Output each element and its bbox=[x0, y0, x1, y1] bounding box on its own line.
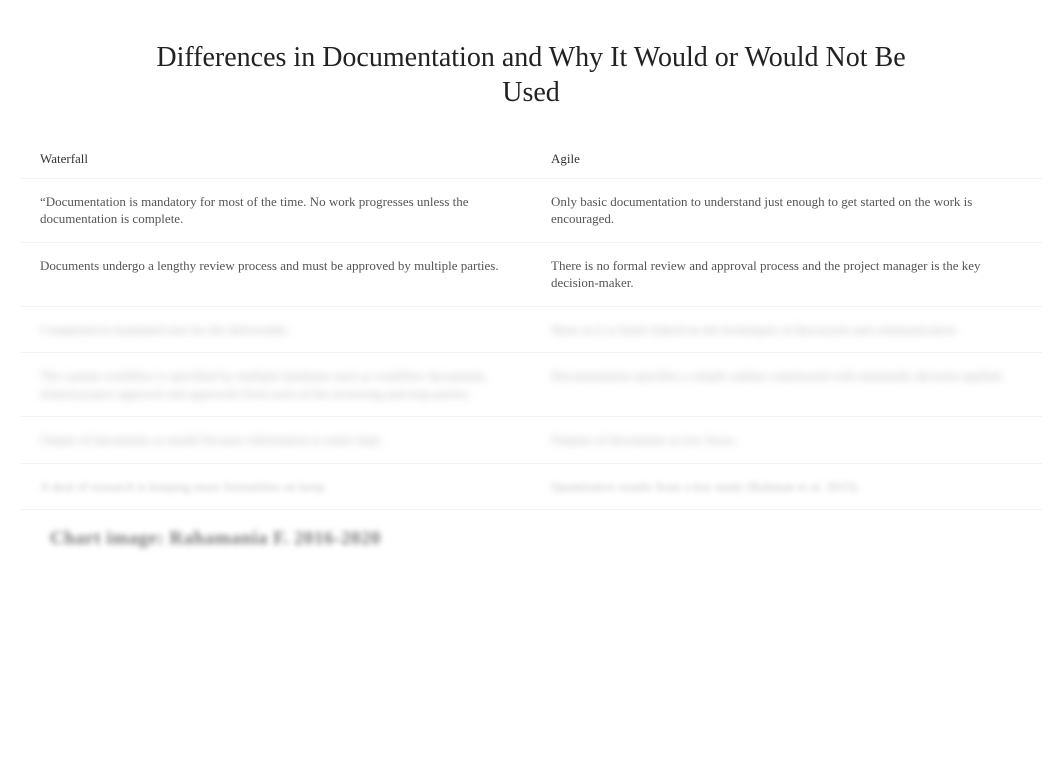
table-row-blurred: A deal of research is keeping more forma… bbox=[20, 463, 1042, 510]
cell-agile-blurred: Documentation specifies a simple outline… bbox=[531, 353, 1042, 417]
cell-agile: Only basic documentation to understand j… bbox=[531, 178, 1042, 242]
cell-waterfall-blurred: A deal of research is keeping more forma… bbox=[20, 463, 531, 510]
cell-waterfall-blurred: Output of documents as model because inf… bbox=[20, 417, 531, 464]
cell-waterfall: Documents undergo a lengthy review proce… bbox=[20, 242, 531, 306]
cell-waterfall-blurred: The custom workflow is specified by mult… bbox=[20, 353, 531, 417]
cell-waterfall: “Documentation is mandatory for most of … bbox=[20, 178, 531, 242]
column-header-waterfall: Waterfall bbox=[20, 140, 531, 178]
page-title: Differences in Documentation and Why It … bbox=[141, 40, 921, 110]
cell-agile-blurred: Outputs of documents as low focus. bbox=[531, 417, 1042, 464]
column-header-agile: Agile bbox=[531, 140, 1042, 178]
comparison-table: Waterfall Agile “Documentation is mandat… bbox=[20, 140, 1042, 510]
table-header-row: Waterfall Agile bbox=[20, 140, 1042, 178]
cell-agile: There is no formal review and approval p… bbox=[531, 242, 1042, 306]
table-row-blurred: The custom workflow is specified by mult… bbox=[20, 353, 1042, 417]
table-row: “Documentation is mandatory for most of … bbox=[20, 178, 1042, 242]
cell-agile-blurred: Quantitative results from a key study (R… bbox=[531, 463, 1042, 510]
document-page: Differences in Documentation and Why It … bbox=[0, 0, 1062, 550]
cell-agile-blurred: Short as it is faster linked on the tech… bbox=[531, 306, 1042, 353]
cell-waterfall-blurred: Completed in mandated size for the deliv… bbox=[20, 306, 531, 353]
table-row-blurred: Completed in mandated size for the deliv… bbox=[20, 306, 1042, 353]
footer-citation-blurred: Chart image: Rahamania F. 2016-2020 bbox=[50, 528, 1042, 550]
table-row: Documents undergo a lengthy review proce… bbox=[20, 242, 1042, 306]
table-row-blurred: Output of documents as model because inf… bbox=[20, 417, 1042, 464]
